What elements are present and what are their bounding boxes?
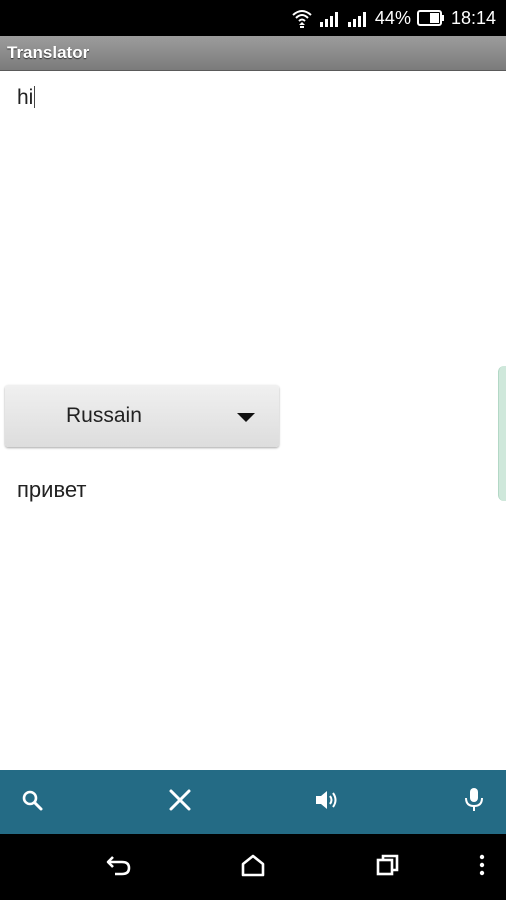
wifi-icon: [291, 8, 313, 28]
status-time: 18:14: [450, 7, 496, 28]
battery-percent: 44%: [374, 7, 411, 28]
signal-icon: [319, 9, 341, 27]
source-text-value: hi: [17, 86, 34, 109]
status-icons: 44% 18:14: [291, 0, 496, 36]
system-nav-bar: [0, 834, 506, 900]
home-icon: [240, 853, 266, 882]
back-button[interactable]: [89, 834, 149, 900]
overflow-menu-icon: [478, 853, 486, 882]
overflow-menu-button[interactable]: [452, 834, 506, 900]
title-bar: Translator: [0, 36, 506, 71]
home-button[interactable]: [223, 834, 283, 900]
app-title: Translator: [7, 43, 90, 62]
text-cursor: [34, 86, 36, 108]
speaker-icon: [314, 788, 340, 817]
search-icon: [20, 788, 44, 817]
close-icon: [168, 788, 192, 817]
recents-button[interactable]: [358, 834, 418, 900]
back-icon: [105, 853, 133, 882]
target-language-label: Russain: [66, 404, 142, 427]
battery-icon: [416, 10, 445, 26]
bottom-toolbar: [0, 770, 506, 834]
speak-button[interactable]: [297, 770, 357, 834]
clear-button[interactable]: [150, 770, 210, 834]
recents-icon: [375, 853, 401, 882]
mic-icon: [463, 787, 485, 818]
dropdown-arrow-icon: [237, 413, 255, 422]
target-language-dropdown[interactable]: Russain: [5, 385, 279, 447]
source-text-input[interactable]: hi: [17, 86, 36, 110]
status-bar: 44% 18:14: [0, 0, 506, 36]
signal-icon: [347, 9, 369, 27]
search-button[interactable]: [2, 770, 62, 834]
side-drawer-handle[interactable]: [498, 366, 506, 501]
translated-text: привет: [17, 477, 87, 502]
voice-input-button[interactable]: [444, 770, 504, 834]
